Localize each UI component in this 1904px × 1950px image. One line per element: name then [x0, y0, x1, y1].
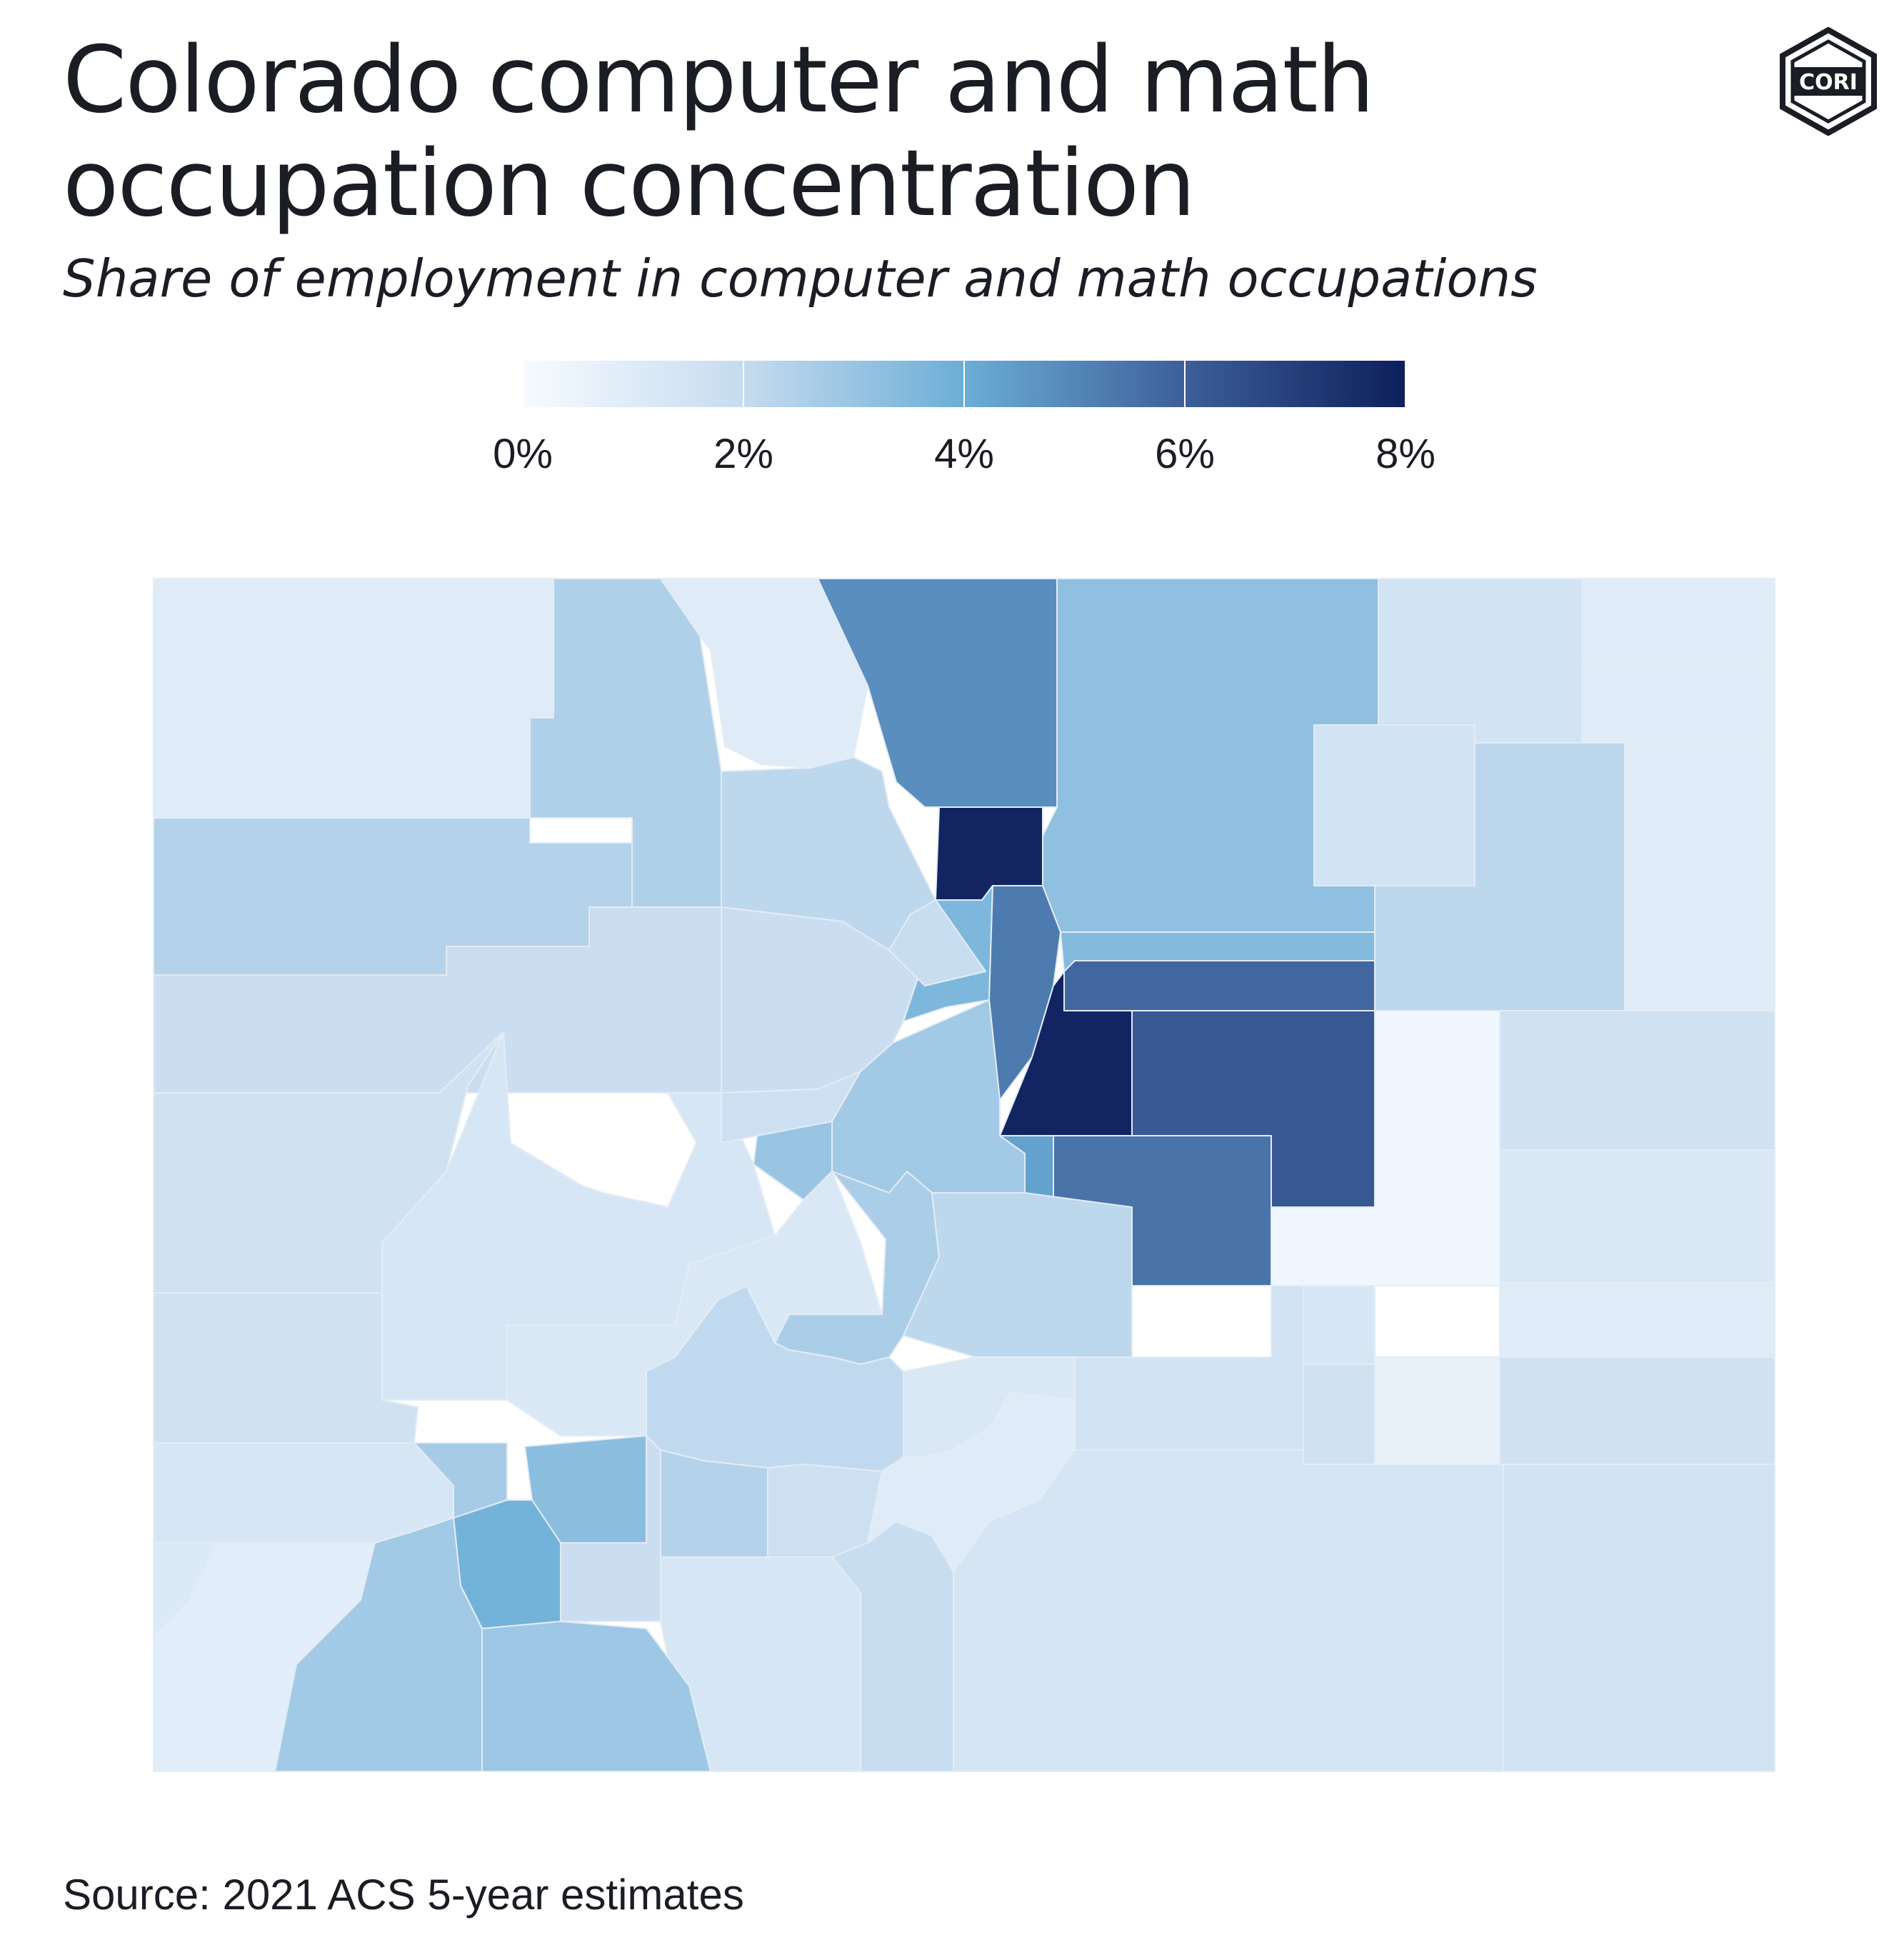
logo-text: CORI — [1799, 70, 1858, 95]
county-kit-carson — [1499, 1010, 1775, 1151]
county-yuma — [1624, 742, 1775, 1011]
county-prowers — [1499, 1356, 1775, 1465]
legend-tick-label: 2% — [713, 431, 773, 477]
color-legend: 0% 2% 4% 6% 8% — [493, 361, 1435, 477]
cori-hexagon-logo: CORI — [1780, 27, 1877, 136]
county-phillips — [1581, 656, 1775, 744]
county-rio-grande — [660, 1449, 768, 1558]
county-fremont — [903, 1192, 1133, 1358]
county-sedgwick — [1581, 578, 1775, 658]
county-montrose — [153, 1292, 419, 1444]
county-alamosa — [767, 1464, 883, 1558]
legend-tick-label: 0% — [493, 431, 553, 477]
county-moffat — [153, 578, 554, 819]
page-subtitle: Share of employment in computer and math… — [63, 249, 1538, 309]
county-logan — [1378, 578, 1583, 744]
county-baca — [1503, 1464, 1775, 1772]
legend-tick-label: 8% — [1376, 431, 1435, 477]
county-otero — [1303, 1364, 1376, 1465]
colorado-county-map — [153, 578, 1775, 1772]
county-san-miguel — [153, 1442, 454, 1544]
legend-tick-label: 4% — [934, 431, 994, 477]
county-arapahoe — [1063, 960, 1376, 1011]
legend-tick-label: 6% — [1155, 431, 1215, 477]
county-kiowa — [1499, 1281, 1775, 1358]
source-note: Source: 2021 ACS 5-year estimates — [63, 1871, 744, 1919]
county-morgan — [1313, 724, 1475, 886]
county-bent — [1374, 1356, 1500, 1465]
county-crowley — [1303, 1285, 1376, 1365]
county-cheyenne — [1499, 1149, 1775, 1283]
page-title: Colorado computer and math occupation co… — [63, 27, 1375, 237]
